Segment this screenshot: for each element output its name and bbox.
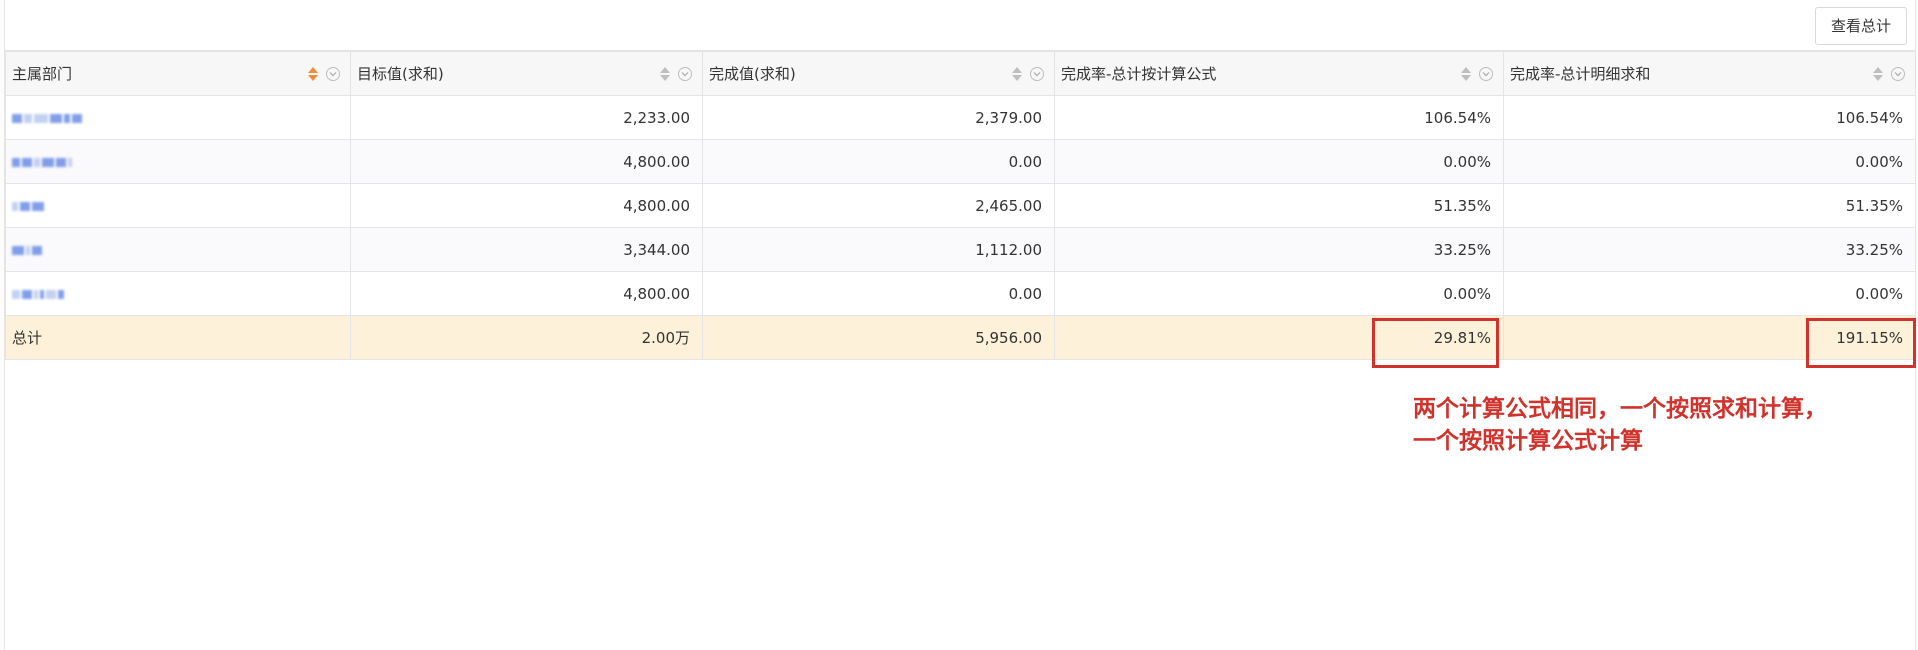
total-target-cell: 2.00万 [350, 315, 703, 360]
done-cell: 0.00 [702, 139, 1055, 184]
table-row[interactable]: 4,800.00 0.00 0.00% 0.00% [5, 139, 1916, 184]
column-menu-icon[interactable] [678, 66, 692, 81]
total-label: 总计 [5, 315, 351, 360]
column-menu-icon[interactable] [1891, 66, 1905, 81]
rate-formula-cell: 106.54% [1054, 95, 1504, 140]
column-menu-icon[interactable] [1479, 66, 1493, 81]
annotation-line: 一个按照计算公式计算 [1413, 428, 1643, 454]
target-cell: 4,800.00 [350, 139, 703, 184]
column-header-label: 完成值(求和) [709, 65, 796, 83]
annotation-line: 两个计算公式相同，一个按照求和计算， [1413, 396, 1827, 422]
target-cell: 4,800.00 [350, 183, 703, 228]
department-cell-redacted [5, 95, 351, 140]
column-header-rate-formula[interactable]: 完成率-总计按计算公式 [1054, 51, 1504, 96]
rate-formula-cell: 33.25% [1054, 227, 1504, 272]
done-cell: 2,465.00 [702, 183, 1055, 228]
table-row[interactable]: 2,233.00 2,379.00 106.54% 106.54% [5, 95, 1916, 140]
redacted-text [12, 200, 44, 212]
column-header-done[interactable]: 完成值(求和) [702, 51, 1055, 96]
total-rate-sum-cell: 191.15% [1503, 315, 1916, 360]
redacted-text [12, 244, 42, 256]
column-header-label: 目标值(求和) [357, 65, 444, 83]
sort-icon[interactable] [660, 66, 670, 81]
column-header-label: 主属部门 [12, 65, 73, 83]
total-rate-formula-cell: 29.81% [1054, 315, 1504, 360]
total-done-cell: 5,956.00 [702, 315, 1055, 360]
annotation-note: 两个计算公式相同，一个按照求和计算， 一个按照计算公式计算 [1413, 393, 1827, 457]
table-row[interactable]: 4,800.00 0.00 0.00% 0.00% [5, 271, 1916, 316]
total-row: 总计 2.00万 5,956.00 29.81% 191.15% [5, 315, 1916, 360]
column-header-label: 完成率-总计按计算公式 [1061, 65, 1217, 83]
toolbar: 查看总计 [5, 0, 1915, 51]
target-cell: 4,800.00 [350, 271, 703, 316]
department-cell-redacted [5, 139, 351, 184]
redacted-text [12, 156, 72, 168]
rate-sum-cell: 33.25% [1503, 227, 1916, 272]
redacted-text [12, 288, 64, 300]
column-header-rate-sum[interactable]: 完成率-总计明细求和 [1503, 51, 1916, 96]
department-cell-redacted [5, 183, 351, 228]
pivot-table: 主属部门 目标值(求和) 完成值(求和) 完成率-总计按计算公式 完成率-总计明… [5, 51, 1916, 360]
report-panel: 查看总计 主属部门 目标值(求和) 完成值(求和) 完成率-总计按计算公式 完成… [4, 0, 1916, 650]
column-menu-icon[interactable] [326, 66, 340, 81]
target-cell: 2,233.00 [350, 95, 703, 140]
rate-formula-cell: 0.00% [1054, 139, 1504, 184]
done-cell: 0.00 [702, 271, 1055, 316]
table-row[interactable]: 3,344.00 1,112.00 33.25% 33.25% [5, 227, 1916, 272]
column-header-target[interactable]: 目标值(求和) [350, 51, 703, 96]
department-cell-redacted [5, 271, 351, 316]
sort-icon[interactable] [1461, 66, 1471, 81]
rate-sum-cell: 0.00% [1503, 271, 1916, 316]
sort-icon[interactable] [308, 66, 318, 81]
done-cell: 1,112.00 [702, 227, 1055, 272]
header-row: 主属部门 目标值(求和) 完成值(求和) 完成率-总计按计算公式 完成率-总计明… [5, 51, 1916, 96]
rate-sum-cell: 106.54% [1503, 95, 1916, 140]
target-cell: 3,344.00 [350, 227, 703, 272]
sort-icon[interactable] [1012, 66, 1022, 81]
table-row[interactable]: 4,800.00 2,465.00 51.35% 51.35% [5, 183, 1916, 228]
rate-formula-cell: 0.00% [1054, 271, 1504, 316]
department-cell-redacted [5, 227, 351, 272]
column-header-department[interactable]: 主属部门 [5, 51, 351, 96]
sort-icon[interactable] [1873, 66, 1883, 81]
done-cell: 2,379.00 [702, 95, 1055, 140]
rate-sum-cell: 0.00% [1503, 139, 1916, 184]
redacted-text [12, 112, 82, 124]
rate-sum-cell: 51.35% [1503, 183, 1916, 228]
view-total-button[interactable]: 查看总计 [1815, 7, 1907, 45]
column-menu-icon[interactable] [1030, 66, 1044, 81]
column-header-label: 完成率-总计明细求和 [1510, 65, 1651, 83]
rate-formula-cell: 51.35% [1054, 183, 1504, 228]
